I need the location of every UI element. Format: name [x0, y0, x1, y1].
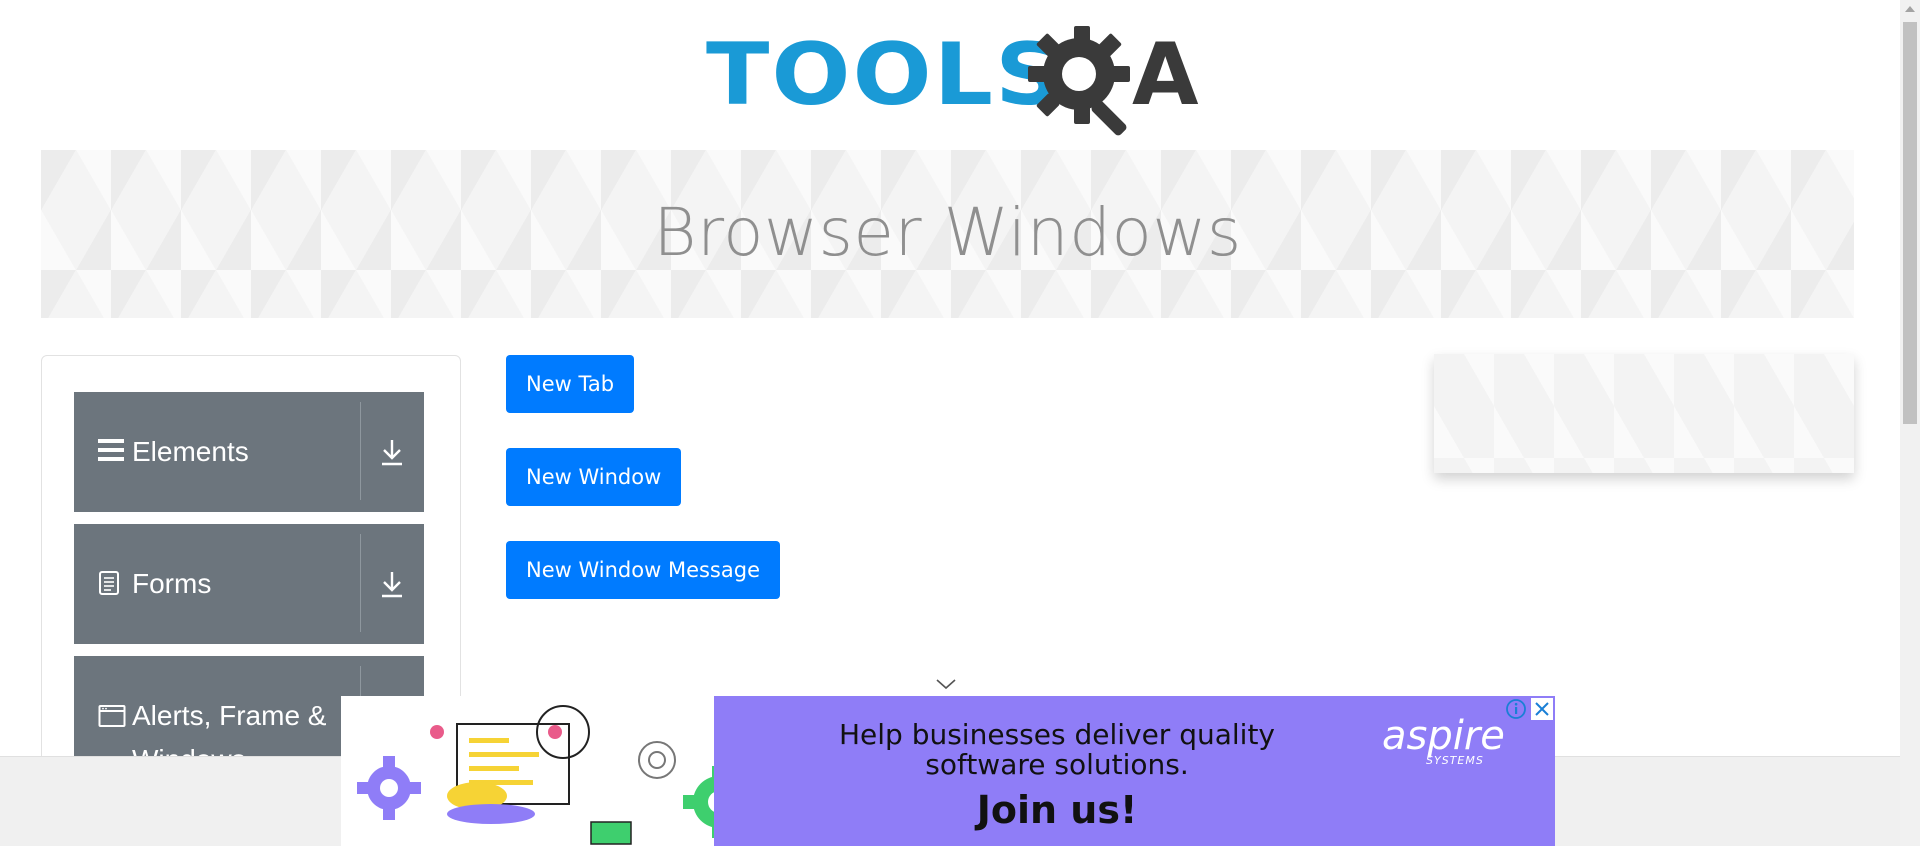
sidebar-group-label: Elements — [132, 436, 249, 467]
chevron-down-icon[interactable] — [934, 676, 958, 692]
document-icon — [99, 571, 119, 595]
hamburger-icon — [98, 439, 124, 461]
sidebar-group-forms[interactable]: Forms — [74, 524, 424, 644]
window-icon — [98, 705, 126, 727]
sidebar-group-elements[interactable]: Elements — [74, 392, 424, 512]
page-banner: Browser Windows — [41, 150, 1854, 318]
ad-illustration — [341, 696, 745, 846]
new-window-button[interactable]: New Window — [506, 448, 682, 506]
scroll-up-arrow-icon[interactable] — [1905, 6, 1915, 12]
toolsqa-logo[interactable]: TOOLS A — [706, 22, 1199, 136]
ad-cta-text: Join us! — [976, 788, 1138, 832]
logo-gear-icon — [1028, 26, 1130, 136]
divider — [360, 402, 361, 500]
ad-brand-logo: aspire — [1382, 713, 1505, 759]
side-ad-banner[interactable] — [1434, 354, 1854, 473]
download-icon[interactable] — [374, 434, 410, 470]
ad-headline-line1: Help businesses deliver quality — [838, 718, 1276, 751]
logo-text: TOOLS — [706, 25, 1065, 125]
logo-letter-a: A — [1132, 25, 1199, 125]
new-tab-button[interactable]: New Tab — [506, 355, 635, 413]
new-window-message-button[interactable]: New Window Message — [506, 541, 780, 599]
scrollbar-thumb[interactable] — [1903, 22, 1917, 424]
ad-headline-line2: software solutions. — [925, 748, 1189, 781]
info-icon[interactable] — [1505, 698, 1527, 720]
divider — [360, 534, 361, 632]
bottom-advertisement[interactable]: Help businesses deliver quality software… — [341, 696, 1555, 846]
sidebar-group-label: Forms — [132, 568, 212, 599]
ad-brand-sub: SYSTEMS — [1426, 754, 1484, 767]
vertical-scrollbar[interactable] — [1900, 0, 1920, 846]
ad-illustration-graphic — [357, 705, 745, 845]
download-icon[interactable] — [374, 566, 410, 602]
ad-purple-panel[interactable]: Help businesses deliver quality software… — [714, 696, 1555, 846]
close-icon[interactable] — [1531, 698, 1553, 720]
page-title: Browser Windows — [653, 194, 1242, 271]
